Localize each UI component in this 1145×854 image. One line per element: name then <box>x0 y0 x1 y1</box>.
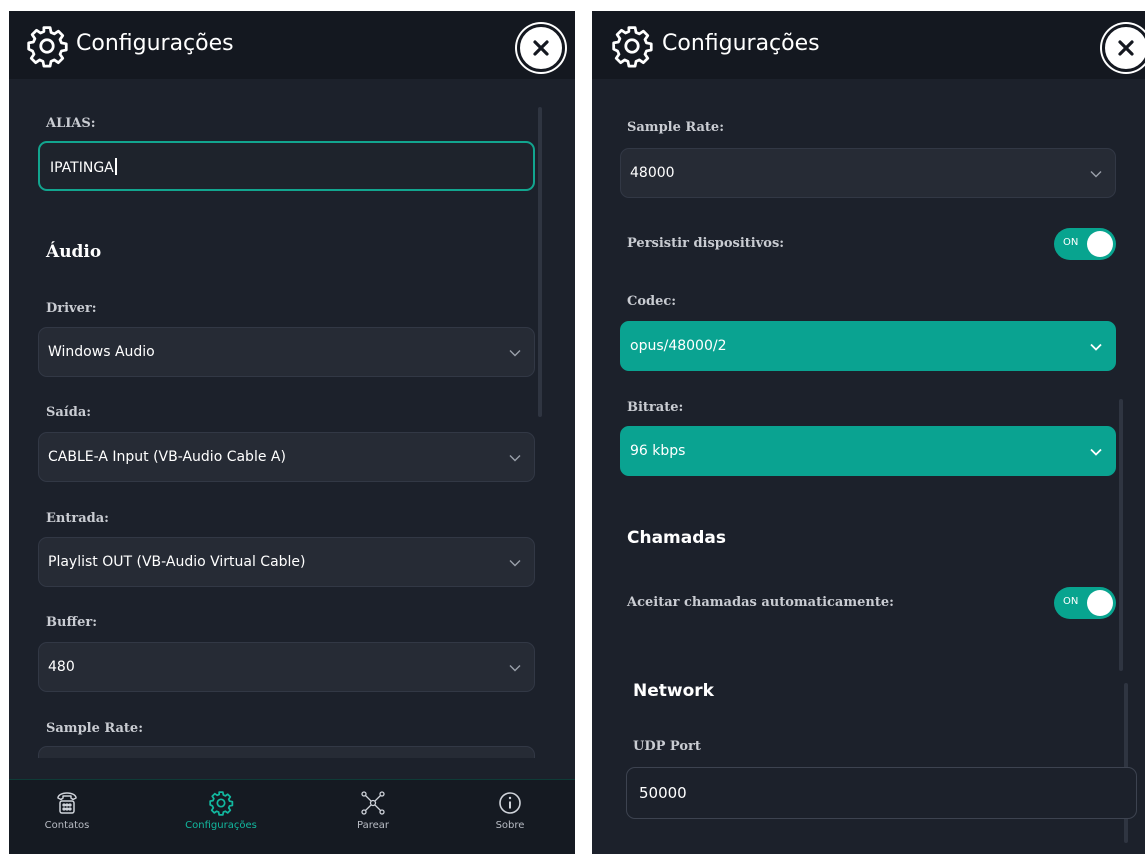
sample-rate-label: Sample Rate: <box>627 120 724 135</box>
saida-value: CABLE-A Input (VB-Audio Cable A) <box>48 449 286 465</box>
sample-rate-select[interactable] <box>38 746 535 758</box>
nav-label-parear: Parear <box>357 820 389 831</box>
entrada-select[interactable]: Playlist OUT (VB-Audio Virtual Cable) <box>38 537 535 587</box>
sample-rate-select[interactable]: 48000 <box>620 148 1116 198</box>
chevron-down-icon <box>1090 171 1102 178</box>
text-caret <box>114 158 117 175</box>
network-section: Network UDP Port 50000 <box>604 673 1145 854</box>
scrollbar[interactable] <box>1119 399 1123 671</box>
chevron-down-icon <box>509 350 521 357</box>
persistir-toggle[interactable]: ON <box>1054 228 1116 260</box>
page-title: Configurações <box>76 31 234 56</box>
close-button[interactable] <box>1102 24 1145 72</box>
toggle-knob <box>1087 590 1113 616</box>
nav-label-sobre: Sobre <box>495 820 525 831</box>
settings-panel-left: Configurações ALIAS: IPATINGA Áudio Driv… <box>9 11 575 854</box>
network-section-title: Network <box>633 681 714 701</box>
bottom-nav: Contatos Configurações Parear Sobre <box>9 779 575 854</box>
udp-port-value: 50000 <box>639 784 687 802</box>
phone-icon <box>57 792 77 814</box>
gear-icon <box>27 26 68 68</box>
udp-port-input[interactable]: 50000 <box>626 767 1137 819</box>
toggle-knob <box>1087 231 1113 257</box>
bitrate-select[interactable]: 96 kbps <box>620 426 1116 476</box>
chevron-down-icon <box>1090 448 1102 456</box>
sample-rate-label: Sample Rate: <box>46 721 143 736</box>
audio-section-title: Áudio <box>46 242 102 262</box>
scrollbar[interactable] <box>538 107 542 417</box>
nav-label-configuracoes: Configurações <box>185 820 257 831</box>
aceitar-toggle[interactable]: ON <box>1054 587 1116 619</box>
toggle-state: ON <box>1063 237 1079 248</box>
nav-item-configuracoes[interactable]: Configurações <box>166 790 276 846</box>
nav-item-contatos[interactable]: Contatos <box>12 790 122 846</box>
settings-panel-right: Configurações Sample Rate: 48000 Persist… <box>592 11 1145 854</box>
saida-select[interactable]: CABLE-A Input (VB-Audio Cable A) <box>38 432 535 482</box>
driver-label: Driver: <box>46 301 97 316</box>
codec-value: opus/48000/2 <box>630 338 727 354</box>
page-title: Configurações <box>662 31 820 56</box>
gear-icon <box>612 26 653 68</box>
bitrate-value: 96 kbps <box>630 443 686 459</box>
close-icon <box>533 40 549 56</box>
scrollbar[interactable] <box>1124 683 1128 843</box>
nav-item-sobre[interactable]: Sobre <box>455 790 565 846</box>
alias-label: ALIAS: <box>46 116 96 131</box>
bitrate-label: Bitrate: <box>627 400 684 415</box>
close-icon <box>1118 40 1134 56</box>
driver-select[interactable]: Windows Audio <box>38 327 535 377</box>
chevron-down-icon <box>509 455 521 462</box>
info-icon <box>499 792 521 814</box>
buffer-label: Buffer: <box>46 615 98 630</box>
settings-header: Configurações <box>9 11 575 79</box>
chamadas-section-title: Chamadas <box>627 528 726 548</box>
entrada-value: Playlist OUT (VB-Audio Virtual Cable) <box>48 554 306 570</box>
chevron-down-icon <box>509 665 521 672</box>
network-icon <box>361 791 385 815</box>
chevron-down-icon <box>509 560 521 567</box>
gear-icon <box>209 791 234 816</box>
sample-rate-value: 48000 <box>630 165 675 181</box>
settings-header: Configurações <box>592 11 1145 79</box>
persistir-label: Persistir dispositivos: <box>627 236 785 251</box>
codec-label: Codec: <box>627 294 677 309</box>
alias-value: IPATINGA <box>50 160 114 176</box>
buffer-value: 480 <box>48 659 75 675</box>
alias-input[interactable]: IPATINGA <box>38 141 535 191</box>
entrada-label: Entrada: <box>46 511 109 526</box>
toggle-state: ON <box>1063 596 1079 607</box>
nav-label-contatos: Contatos <box>44 820 90 831</box>
saida-label: Saída: <box>46 405 92 420</box>
codec-select[interactable]: opus/48000/2 <box>620 321 1116 371</box>
aceitar-label: Aceitar chamadas automaticamente: <box>627 595 894 610</box>
udp-port-label: UDP Port <box>633 739 701 754</box>
chevron-down-icon <box>1090 343 1102 351</box>
nav-item-parear[interactable]: Parear <box>318 790 428 846</box>
buffer-select[interactable]: 480 <box>38 642 535 692</box>
driver-value: Windows Audio <box>48 344 155 360</box>
close-button[interactable] <box>517 24 565 72</box>
